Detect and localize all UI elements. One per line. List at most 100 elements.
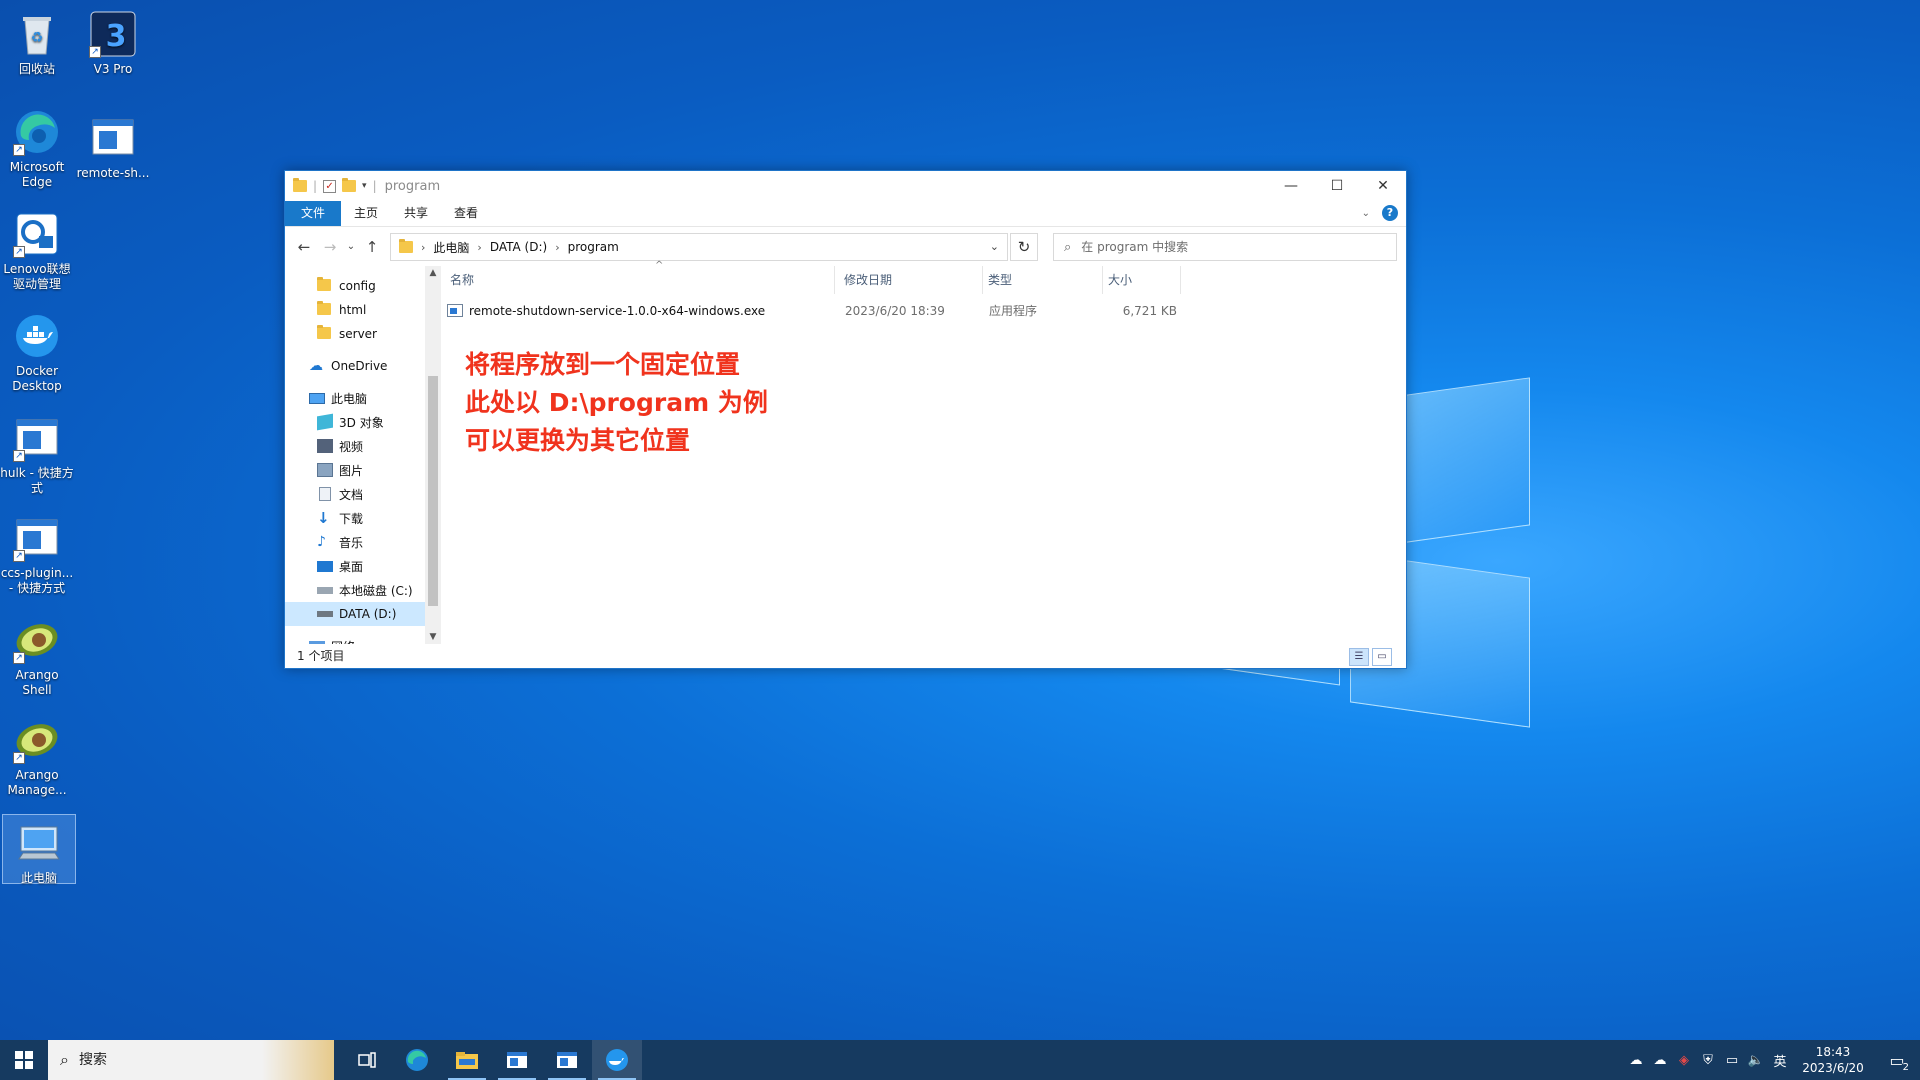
status-bar: 1 个项目 [297, 649, 345, 663]
forward-arrow-icon[interactable]: → [317, 238, 343, 256]
taskbar-file-explorer-icon[interactable] [442, 1040, 492, 1080]
minimize-button[interactable]: — [1268, 171, 1314, 201]
column-header-name[interactable]: 名称 [445, 266, 835, 294]
taskbar-edge-icon[interactable] [392, 1040, 442, 1080]
back-arrow-icon[interactable]: ← [291, 238, 317, 256]
desktop-icon-edge[interactable]: ↗ Microsoft Edge [0, 104, 74, 190]
taskbar-search-box[interactable]: ⌕ [48, 1040, 334, 1080]
nav-item-downloads[interactable]: ↓ 下载 [285, 506, 425, 530]
taskbar-search-input[interactable] [78, 1052, 249, 1068]
shortcut-arrow-icon: ↗ [89, 46, 101, 58]
column-header-type[interactable]: 类型 [983, 266, 1103, 294]
search-box[interactable]: ⌕ [1053, 233, 1397, 261]
recent-locations-chevron-icon[interactable]: ⌄ [343, 241, 359, 252]
taskbar-docker-icon[interactable] [592, 1040, 642, 1080]
refresh-icon[interactable]: ↻ [1010, 233, 1038, 261]
customize-toolbar-dropdown-icon[interactable]: ▾ [362, 181, 367, 191]
desktop-icon-hulk[interactable]: ↗ hulk - 快捷方式 [0, 410, 74, 496]
task-view-icon[interactable] [342, 1040, 392, 1080]
shield-tray-icon[interactable]: ⛨ [1696, 1053, 1720, 1068]
tab-file[interactable]: 文件 [285, 201, 342, 226]
nav-item-local-disk-c[interactable]: 本地磁盘 (C:) [285, 578, 425, 602]
nav-item-server[interactable]: server [285, 322, 425, 346]
desktop-icon-v3-pro[interactable]: 3 ↗ V3 Pro [76, 6, 150, 77]
navigation-pane[interactable]: config html server ☁ OneDrive 此电脑 3D 对象 视… [285, 266, 425, 644]
taskbar-app-window-icon[interactable] [492, 1040, 542, 1080]
desktop-icon-recycle-bin[interactable]: ♻ 回收站 [0, 6, 74, 77]
nav-item-config[interactable]: config [285, 274, 425, 298]
title-bar[interactable]: | ✓ ▾ | program — ☐ ✕ [285, 171, 1406, 201]
nav-item-music[interactable]: ♪ 音乐 [285, 530, 425, 554]
volume-icon[interactable]: 🔈 [1744, 1053, 1768, 1068]
security-tray-icon[interactable]: ◈ [1672, 1053, 1696, 1068]
breadcrumb-this-pc[interactable]: 此电脑 [433, 239, 469, 256]
desktop-icon-remote-sh[interactable]: remote-sh... [76, 110, 150, 181]
shortcut-arrow-icon: ↗ [13, 450, 25, 462]
start-button[interactable] [0, 1040, 48, 1080]
breadcrumb-program[interactable]: program [568, 240, 619, 254]
onedrive-tray-icon[interactable]: ☁ [1648, 1053, 1672, 1068]
window-title: program [384, 178, 441, 194]
new-folder-icon[interactable] [342, 178, 357, 192]
clock[interactable]: 18:43 2023/6/20 [1792, 1044, 1874, 1076]
breadcrumb-data-d[interactable]: DATA (D:) [490, 240, 547, 254]
annotation-line: 将程序放到一个固定位置 [465, 350, 741, 379]
tab-view[interactable]: 查看 [441, 201, 491, 226]
table-row[interactable]: remote-shutdown-service-1.0.0-x64-window… [445, 300, 1406, 322]
nav-item-pictures[interactable]: 图片 [285, 458, 425, 482]
notification-center-icon[interactable]: ▭ 2 [1874, 1051, 1920, 1073]
nav-item-data-d[interactable]: DATA (D:) [285, 602, 425, 626]
nav-item-documents[interactable]: 文档 [285, 482, 425, 506]
large-icons-view-icon[interactable]: ▭ [1372, 648, 1392, 666]
details-view-icon[interactable]: ☰ [1349, 648, 1369, 666]
nav-item-onedrive[interactable]: ☁ OneDrive [285, 354, 425, 378]
search-input[interactable] [1081, 240, 1372, 254]
desktop-icon-label: 此电脑 [20, 871, 57, 885]
properties-check-icon[interactable]: ✓ [323, 179, 337, 193]
folder-icon [317, 277, 333, 293]
address-bar[interactable]: › 此电脑 › DATA (D:) › program ⌄ [390, 233, 1008, 261]
nav-pane-scrollbar[interactable]: ▲ ▼ [425, 266, 441, 644]
notification-count-badge: 2 [1900, 1061, 1911, 1073]
nav-item-videos[interactable]: 视频 [285, 434, 425, 458]
taskbar-app-window-icon[interactable] [542, 1040, 592, 1080]
desktop-icon-docker[interactable]: Docker Desktop [0, 308, 74, 394]
nav-item-html[interactable]: html [285, 298, 425, 322]
scroll-down-arrow-icon[interactable]: ▼ [425, 632, 441, 642]
svg-text:♻: ♻ [31, 30, 44, 46]
chevron-right-icon[interactable]: › [421, 241, 425, 254]
desktop-icon-this-pc[interactable]: 此电脑 [2, 814, 76, 885]
scrollbar-thumb[interactable] [428, 376, 438, 606]
chevron-right-icon[interactable]: › [477, 241, 481, 254]
close-button[interactable]: ✕ [1360, 171, 1406, 201]
desktop-icon-lenovo[interactable]: ↗ Lenovo联想驱动管理 [0, 206, 74, 292]
tab-home[interactable]: 主页 [341, 201, 391, 226]
scroll-up-arrow-icon[interactable]: ▲ [425, 268, 441, 278]
desktop-icon-label: Docker Desktop [12, 364, 62, 393]
chevron-right-icon[interactable]: › [555, 241, 559, 254]
nav-item-label: server [339, 327, 377, 341]
nav-item-3d-objects[interactable]: 3D 对象 [285, 410, 425, 434]
network-tray-icon[interactable]: ▭ [1720, 1053, 1744, 1068]
expand-ribbon-chevron-icon[interactable]: ⌄ [1362, 208, 1370, 219]
desktop-icon-arango-manager[interactable]: ↗ Arango Manage... [0, 712, 74, 798]
folder-icon [317, 301, 333, 317]
video-icon [317, 439, 333, 453]
tab-share[interactable]: 共享 [391, 201, 441, 226]
file-list[interactable]: ^ 名称 修改日期 类型 大小 remote-shutdown-service-… [445, 260, 1406, 644]
exe-file-icon [89, 114, 137, 162]
desktop-icon-arango-shell[interactable]: ↗ Arango Shell [0, 612, 74, 698]
column-header-modified[interactable]: 修改日期 [839, 266, 983, 294]
help-icon[interactable]: ? [1382, 205, 1398, 221]
desktop-icon-ccs-plugin[interactable]: ↗ ccs-plugin... - 快捷方式 [0, 510, 74, 596]
input-method-indicator[interactable]: 英 [1768, 1051, 1792, 1070]
nav-item-desktop[interactable]: 桌面 [285, 554, 425, 578]
nav-item-network[interactable]: 网络 [285, 634, 425, 644]
maximize-button[interactable]: ☐ [1314, 171, 1360, 201]
address-history-chevron-icon[interactable]: ⌄ [990, 240, 999, 253]
column-header-size[interactable]: 大小 [1103, 266, 1181, 294]
file-explorer-window[interactable]: | ✓ ▾ | program — ☐ ✕ 文件 主页 共享 查看 ⌄ ? ← … [284, 170, 1407, 669]
up-arrow-icon[interactable]: ↑ [359, 238, 385, 256]
nav-item-this-pc[interactable]: 此电脑 [285, 386, 425, 410]
docker-tray-icon[interactable]: ☁ [1624, 1053, 1648, 1068]
